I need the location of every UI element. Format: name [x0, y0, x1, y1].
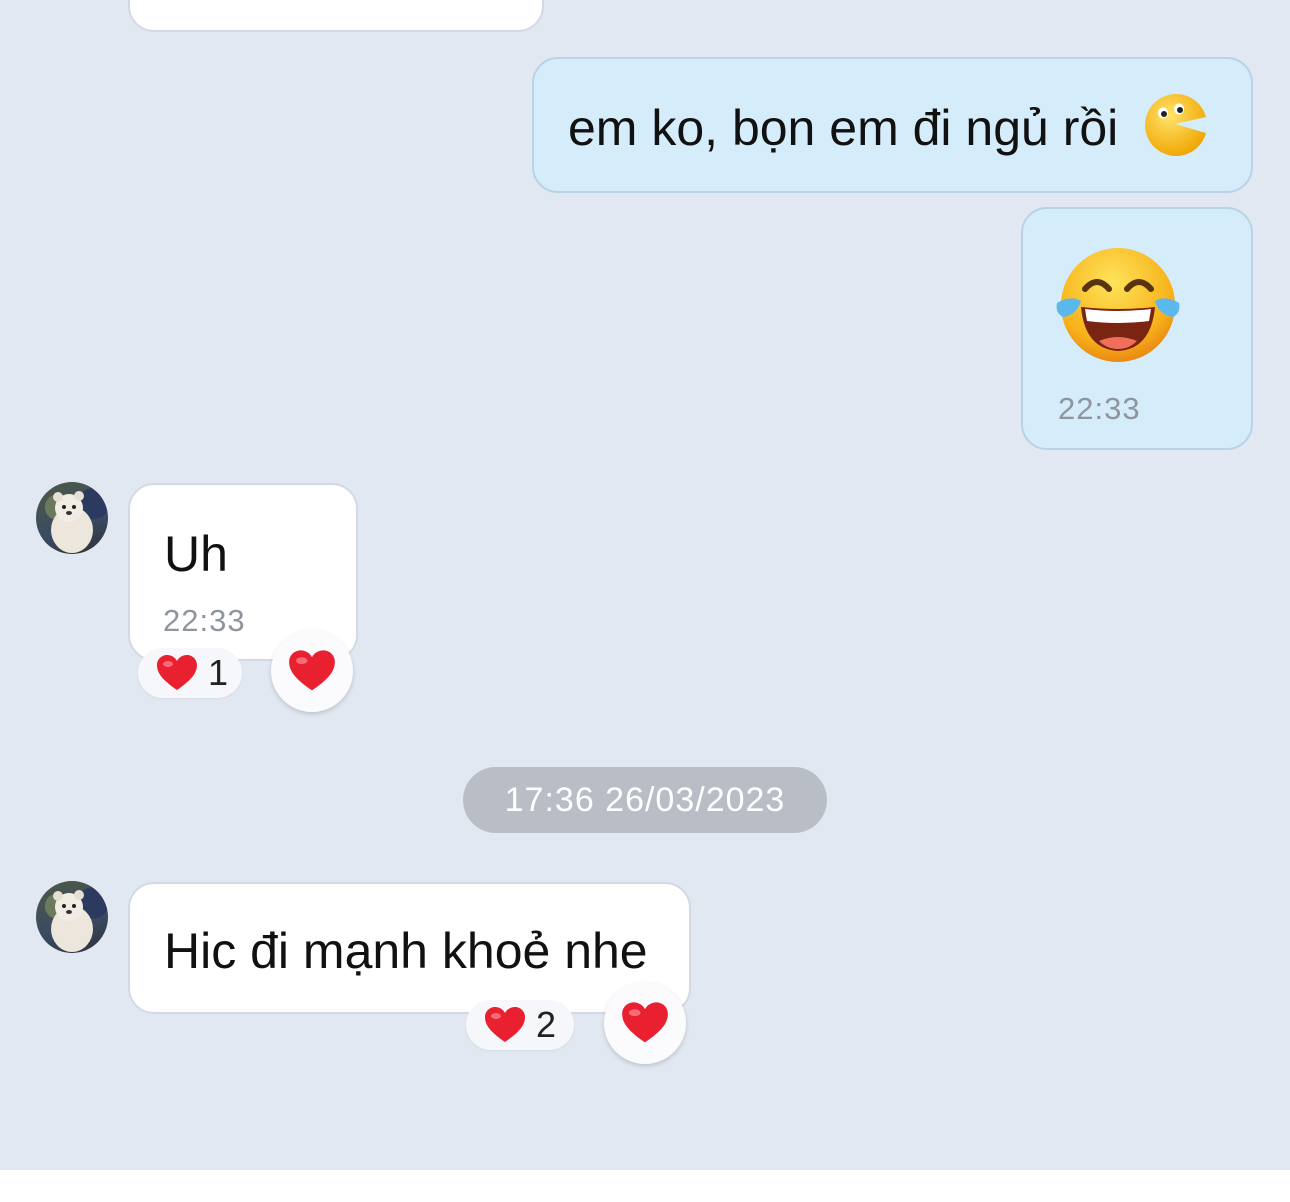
react-button[interactable] [271, 630, 353, 712]
message-text: Hic đi mạnh khoẻ nhe [164, 923, 648, 979]
message-time: 22:33 [1058, 391, 1141, 426]
heart-icon [485, 1007, 525, 1042]
react-button[interactable] [604, 982, 686, 1064]
polar-bear-avatar-icon [51, 890, 93, 952]
message-time: 22:33 [163, 603, 246, 638]
reaction-summary[interactable]: 2 [466, 1000, 574, 1050]
bottom-bar [0, 1170, 1290, 1202]
contact-avatar[interactable] [36, 482, 108, 554]
my-message-bubble[interactable]: em ko, bọn em đi ngủ rồi [532, 57, 1253, 193]
heart-icon [156, 655, 197, 690]
pacman-smiley-emoji-icon [1145, 93, 1206, 156]
reaction-summary[interactable]: 1 [138, 648, 242, 698]
heart-icon [622, 1002, 668, 1043]
heart-icon [289, 650, 335, 691]
polar-bear-avatar-icon [51, 491, 93, 553]
tears-of-joy-emoji-icon [1056, 248, 1180, 362]
date-separator: 17:36 26/03/2023 [463, 767, 827, 833]
reaction-count: 1 [207, 652, 228, 693]
previous-message-bubble[interactable] [128, 0, 544, 32]
my-sticker-bubble[interactable]: 22:33 [1021, 207, 1253, 450]
reaction-count: 2 [536, 1004, 557, 1045]
message-text: Uh [164, 526, 228, 582]
message-text: em ko, bọn em đi ngủ rồi [568, 100, 1119, 156]
contact-avatar[interactable] [36, 881, 108, 953]
contact-message-bubble[interactable]: Hic đi mạnh khoẻ nhe [128, 882, 691, 1014]
